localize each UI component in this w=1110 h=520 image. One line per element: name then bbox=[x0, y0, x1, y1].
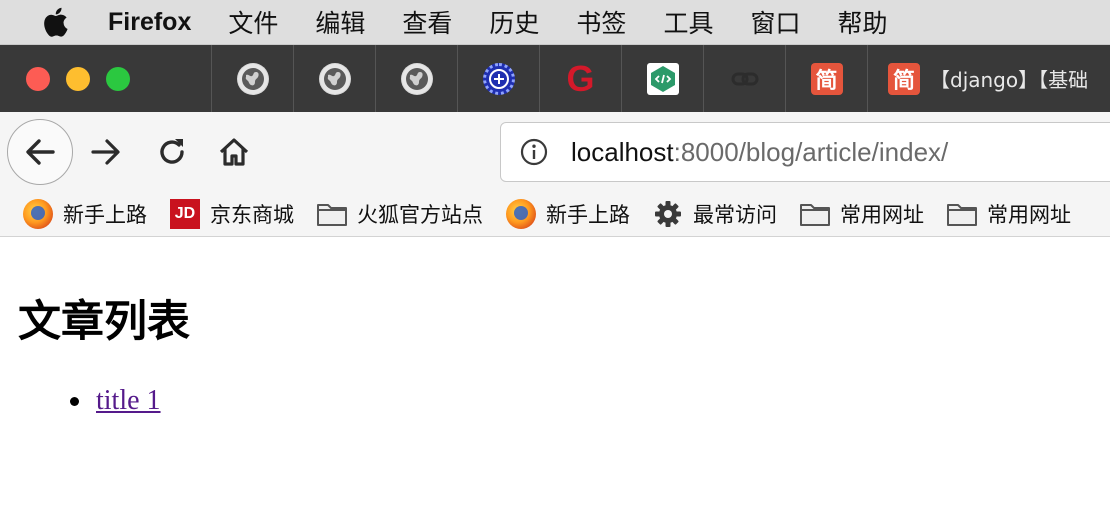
navigation-toolbar: localhost:8000/blog/article/index/ bbox=[0, 112, 1110, 192]
dotted-blue-favicon-icon bbox=[482, 62, 515, 95]
arrow-right-icon bbox=[91, 139, 120, 165]
macos-menu-bar: Firefox 文件 编辑 查看 历史 书签 工具 窗口 帮助 bbox=[0, 0, 1110, 45]
article-link[interactable]: title 1 bbox=[96, 385, 161, 417]
bookmark-label: 最常访问 bbox=[693, 203, 777, 227]
url-path: :8000/blog/article/index/ bbox=[673, 136, 949, 167]
menu-window[interactable]: 窗口 bbox=[750, 4, 800, 40]
tab-2[interactable] bbox=[294, 45, 376, 112]
article-list: title 1 bbox=[70, 385, 161, 417]
bookmark-label: 常用网址 bbox=[987, 203, 1071, 227]
list-item: title 1 bbox=[70, 385, 161, 417]
back-button[interactable] bbox=[7, 119, 73, 185]
jian-favicon-icon: 简 bbox=[888, 62, 920, 95]
bookmark-common-sites-2[interactable]: 常用网址 bbox=[946, 198, 1071, 230]
bookmark-common-sites[interactable]: 常用网址 bbox=[799, 198, 924, 230]
url-bar[interactable]: localhost:8000/blog/article/index/ bbox=[500, 122, 1110, 182]
code-favicon-icon bbox=[646, 62, 679, 95]
menu-file[interactable]: 文件 bbox=[228, 4, 278, 40]
home-icon bbox=[219, 138, 249, 166]
tab-8[interactable]: 简 bbox=[786, 45, 868, 112]
bookmark-getting-started[interactable]: 新手上路 bbox=[22, 198, 147, 230]
globe-icon bbox=[318, 62, 351, 95]
tab-4[interactable] bbox=[458, 45, 540, 112]
menu-view[interactable]: 查看 bbox=[402, 4, 452, 40]
minimize-window-button[interactable] bbox=[66, 66, 90, 91]
bookmark-most-visited[interactable]: 最常访问 bbox=[652, 198, 777, 230]
tab-1[interactable] bbox=[212, 45, 294, 112]
bookmark-label: 京东商城 bbox=[210, 203, 294, 227]
gear-icon bbox=[652, 198, 684, 230]
menu-bookmarks[interactable]: 书签 bbox=[576, 4, 626, 40]
jd-logo-text: JD bbox=[170, 199, 200, 229]
folder-icon bbox=[316, 198, 348, 230]
tab-strip: G 简 简 【django】【基础 bbox=[0, 45, 1110, 112]
folder-icon bbox=[799, 198, 831, 230]
url-host: localhost bbox=[571, 136, 674, 167]
tab-6[interactable] bbox=[622, 45, 704, 112]
zoom-window-button[interactable] bbox=[106, 66, 130, 91]
bullet-marker bbox=[70, 396, 79, 406]
tab-3[interactable] bbox=[376, 45, 458, 112]
close-window-button[interactable] bbox=[26, 66, 50, 91]
menu-history[interactable]: 历史 bbox=[489, 4, 539, 40]
bookmark-label: 新手上路 bbox=[63, 203, 147, 227]
page-title: 文章列表 bbox=[18, 297, 190, 347]
tab-5[interactable]: G bbox=[540, 45, 622, 112]
folder-icon bbox=[946, 198, 978, 230]
reload-button[interactable] bbox=[152, 132, 192, 172]
globe-icon bbox=[236, 62, 269, 95]
reload-icon bbox=[160, 139, 184, 164]
bookmark-getting-started-2[interactable]: 新手上路 bbox=[505, 198, 630, 230]
link-icon bbox=[729, 63, 761, 95]
firefox-icon bbox=[22, 198, 54, 230]
tab-title: 【django】【基础 bbox=[930, 68, 1089, 92]
menu-help[interactable]: 帮助 bbox=[837, 4, 887, 40]
arrow-left-icon bbox=[26, 139, 55, 165]
bookmark-label: 常用网址 bbox=[840, 203, 924, 227]
home-button[interactable] bbox=[214, 132, 254, 172]
url-text: localhost:8000/blog/article/index/ bbox=[571, 137, 948, 168]
tab-active[interactable]: 简 【django】【基础 bbox=[868, 45, 1110, 112]
firefox-icon bbox=[505, 198, 537, 230]
app-name-menu[interactable]: Firefox bbox=[108, 8, 191, 37]
g-logo-icon: G bbox=[566, 57, 595, 99]
bookmark-label: 新手上路 bbox=[546, 203, 630, 227]
globe-icon bbox=[400, 62, 433, 95]
apple-logo-icon[interactable] bbox=[40, 7, 70, 37]
bookmark-jd[interactable]: JD 京东商城 bbox=[169, 198, 294, 230]
tab-7[interactable] bbox=[704, 45, 786, 112]
forward-button[interactable] bbox=[86, 132, 126, 172]
menu-edit[interactable]: 编辑 bbox=[315, 4, 365, 40]
info-icon[interactable] bbox=[519, 137, 549, 167]
bookmark-label: 火狐官方站点 bbox=[357, 203, 483, 227]
page-content: 文章列表 title 1 bbox=[0, 237, 1110, 520]
jd-icon: JD bbox=[169, 198, 201, 230]
bookmark-firefox-official[interactable]: 火狐官方站点 bbox=[316, 198, 483, 230]
window-controls bbox=[0, 45, 212, 112]
bookmarks-toolbar: 新手上路 JD 京东商城 火狐官方站点 新手上路 最常访问 常用网址 常用网址 bbox=[0, 192, 1110, 237]
jian-favicon-icon: 简 bbox=[810, 62, 843, 95]
menu-tools[interactable]: 工具 bbox=[663, 4, 713, 40]
